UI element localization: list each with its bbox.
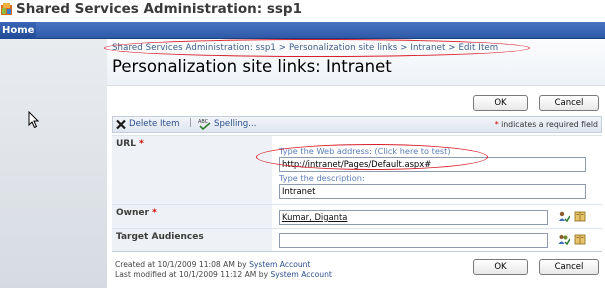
required-star: * (152, 208, 157, 218)
modified-by-link[interactable]: System Account (270, 270, 331, 279)
form-row-owner: Owner * Kumar, Diganta (112, 204, 602, 228)
modified-text: Last modified at 10/1/2009 11:12 AM by (115, 270, 271, 279)
delete-x-icon[interactable] (116, 119, 126, 130)
owner-label-text: Owner (116, 208, 149, 218)
site-title[interactable]: Shared Services Administration: ssp1 (16, 1, 302, 17)
required-star: * (139, 139, 144, 149)
svg-text:ABC: ABC (198, 119, 209, 125)
label-cell: URL * (112, 136, 272, 204)
ok-button-bottom[interactable]: OK (473, 259, 528, 275)
target-audiences-input[interactable] (279, 233, 548, 248)
target-audiences-label: Target Audiences (116, 232, 204, 242)
tab-home[interactable]: Home (0, 22, 36, 39)
created-by-link[interactable]: System Account (249, 260, 310, 269)
top-navigation-bar: Home (0, 22, 605, 39)
site-logo-icon (1, 3, 12, 15)
url-label-text: URL (116, 139, 136, 149)
form-divider (112, 251, 602, 252)
form-toolbar: Delete Item | ABC Spelling... * indicate… (112, 116, 602, 133)
required-star: * (494, 120, 499, 129)
required-note-text: indicates a required field (501, 120, 598, 129)
toolbar-separator: | (189, 118, 193, 128)
form-row-target-audiences: Target Audiences (112, 228, 602, 251)
form-row-url: URL * Type the Web address: (Click here … (112, 135, 602, 204)
url-annotation-oval (256, 144, 488, 170)
spelling-icon[interactable]: ABC (198, 118, 212, 130)
created-text: Created at 10/1/2009 11:08 AM by (115, 260, 250, 269)
url-label: URL * (116, 139, 144, 149)
label-cell: Owner * (112, 205, 272, 228)
browse-directory-icon[interactable] (574, 234, 586, 245)
page-title: Personalization site links: Intranet (112, 57, 392, 76)
cancel-button-top[interactable]: Cancel (539, 95, 599, 111)
left-navigation-panel (0, 39, 107, 288)
check-names-icon[interactable] (558, 234, 570, 245)
url-description-input[interactable]: Intranet (279, 184, 586, 199)
owner-label: Owner * (116, 208, 157, 218)
browse-directory-icon[interactable] (574, 211, 586, 222)
cancel-button-bottom[interactable]: Cancel (539, 259, 599, 275)
ok-button-top[interactable]: OK (473, 95, 528, 111)
page-title-area: Shared Services Administration: ssp1 > P… (104, 39, 605, 86)
mouse-cursor-icon (28, 111, 40, 129)
spelling-link[interactable]: Spelling... (214, 119, 256, 129)
url-description-hint: Type the description: (279, 173, 365, 183)
modified-info: Last modified at 10/1/2009 11:12 AM by S… (115, 270, 332, 279)
breadcrumb-annotation-oval (104, 39, 530, 57)
check-names-icon[interactable] (558, 211, 570, 222)
label-cell: Target Audiences (112, 229, 272, 251)
site-header: Shared Services Administration: ssp1 (0, 0, 605, 22)
required-field-note: * indicates a required field (495, 120, 598, 129)
owner-people-picker[interactable]: Kumar, Diganta (279, 210, 548, 225)
delete-item-link[interactable]: Delete Item (129, 119, 180, 129)
created-info: Created at 10/1/2009 11:08 AM by System … (115, 260, 310, 269)
owner-value[interactable]: Kumar, Diganta (282, 212, 347, 222)
main-content: Shared Services Administration: ssp1 > P… (104, 39, 605, 288)
